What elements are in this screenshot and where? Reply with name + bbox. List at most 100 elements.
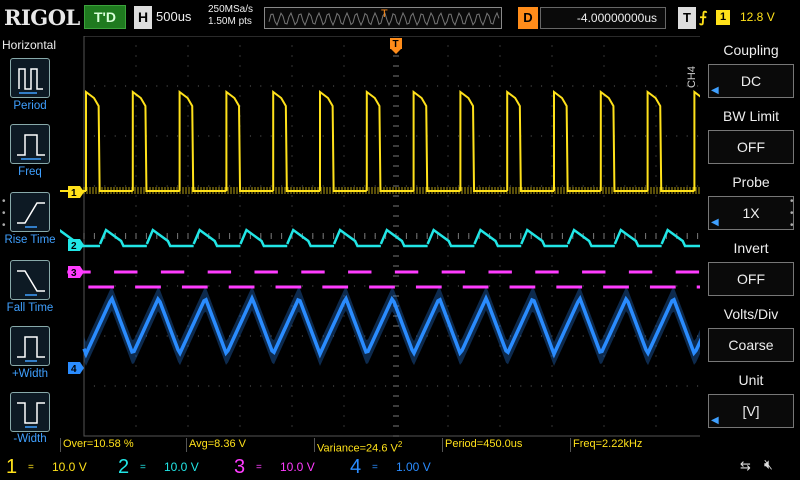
invert-panel[interactable]: Invert OFF (704, 236, 798, 298)
bw-limit-value: OFF (737, 139, 765, 155)
period-label: Period (13, 100, 47, 112)
volts-div-panel[interactable]: Volts/Div Coarse (704, 302, 798, 364)
freq-button[interactable] (10, 124, 50, 164)
brand-logo: RIGOL (4, 5, 80, 30)
pos-width-icon (17, 336, 45, 362)
ch4-number: 4 (350, 456, 362, 478)
ch1-offset-marker[interactable]: 1 (68, 186, 84, 199)
ch2-scale: 10.0 V (164, 460, 199, 474)
more-options-indicator: • • • (790, 196, 794, 231)
ch4-scale: 1.00 V (396, 460, 431, 474)
measure-variance[interactable]: Variance=24.6 V2 (314, 438, 402, 455)
invert-value-box[interactable]: OFF (708, 262, 794, 296)
freq-icon (17, 134, 45, 160)
ch3-status[interactable]: 3 = 10.0 V (230, 454, 342, 480)
channel-settings-menu: CH4 Coupling ◀ DC BW Limit OFF Probe ◀ 1… (686, 36, 800, 438)
coupling-panel[interactable]: Coupling ◀ DC (704, 38, 798, 100)
coupling-value: DC (740, 73, 762, 89)
period-button[interactable] (10, 58, 50, 98)
trigger-level-value[interactable]: 12.8 V (740, 10, 775, 24)
waveform-display[interactable]: 1 2 3 4 T (60, 36, 700, 438)
ch2-status[interactable]: 2 = 10.0 V (114, 454, 226, 480)
volts-div-value: Coarse (728, 337, 774, 353)
neg-width-icon (17, 402, 45, 428)
dc-coupling-icon: = (28, 462, 34, 473)
pos-width-label: +Width (11, 368, 49, 380)
rise-time-label: Rise Time (4, 234, 56, 246)
left-arrow-icon: ◀ (711, 85, 719, 96)
ch1-trace (60, 90, 700, 194)
coupling-title: Coupling (723, 42, 779, 58)
sample-rate: 250MSa/s (208, 4, 254, 15)
acquisition-info: 250MSa/s 1.50M pts (208, 4, 253, 28)
probe-panel[interactable]: Probe ◀ 1X (704, 170, 798, 232)
measurement-bar: Over=10.58 % Avg=8.36 V Variance=24.6 V2… (60, 438, 700, 455)
probe-title: Probe (732, 174, 770, 190)
ch3-number: 3 (234, 456, 246, 478)
probe-value-box[interactable]: ◀ 1X (708, 196, 794, 230)
measure-period[interactable]: Period=450.0us (442, 438, 522, 452)
svg-text:3: 3 (71, 268, 77, 279)
memory-depth: 1.50M pts (208, 16, 252, 27)
trigger-source-badge: 1 (716, 10, 730, 25)
volts-div-value-box[interactable]: Coarse (708, 328, 794, 362)
ch2-offset-marker[interactable]: 2 (68, 239, 84, 252)
dc-coupling-icon: = (140, 462, 146, 473)
trigger-position-marker[interactable]: T (390, 38, 402, 54)
ch4-offset-marker[interactable]: 4 (68, 362, 84, 375)
fall-time-icon (17, 270, 45, 296)
measure-average[interactable]: Avg=8.36 V (186, 438, 246, 452)
bw-limit-panel[interactable]: BW Limit OFF (704, 104, 798, 166)
trigger-position-icon: T (381, 8, 388, 20)
measure-overshoot[interactable]: Over=10.58 % (60, 438, 134, 452)
svg-text:2: 2 (71, 241, 77, 252)
svg-text:T: T (393, 39, 399, 50)
unit-value-box[interactable]: ◀ [V] (708, 394, 794, 428)
dc-coupling-icon: = (256, 462, 262, 473)
rise-time-button[interactable] (10, 192, 50, 232)
ch3-offset-marker[interactable]: 3 (68, 266, 84, 279)
trigger-label: T (678, 7, 696, 29)
invert-title: Invert (733, 240, 769, 256)
fall-time-label: Fall Time (6, 302, 54, 314)
left-arrow-icon: ◀ (711, 217, 719, 228)
delay-value[interactable]: -4.00000000us (540, 7, 666, 29)
rising-edge-icon: ⨍ (699, 9, 708, 26)
horizontal-measure-menu: Horizontal Period Freq Rise Time Fall Ti… (0, 36, 60, 452)
unit-value: [V] (742, 403, 760, 419)
timebase-value[interactable]: 500us (156, 9, 191, 24)
waveform-canvas[interactable]: 1 2 3 4 T (60, 36, 700, 438)
period-icon (18, 68, 43, 94)
unit-panel[interactable]: Unit ◀ [V] (704, 368, 798, 430)
svg-text:4: 4 (71, 364, 77, 375)
volts-div-title: Volts/Div (723, 306, 779, 322)
ch1-status[interactable]: 1 = 10.0 V (2, 454, 112, 480)
pos-width-button[interactable] (10, 326, 50, 366)
ch4-status[interactable]: 4 = 1.00 V (346, 454, 460, 480)
fall-time-button[interactable] (10, 260, 50, 300)
ch1-scale: 10.0 V (52, 460, 87, 474)
more-options-indicator: • • • (2, 196, 6, 231)
neg-width-button[interactable] (10, 392, 50, 432)
ch1-number: 1 (6, 456, 18, 478)
bw-limit-value-box[interactable]: OFF (708, 130, 794, 164)
coupling-value-box[interactable]: ◀ DC (708, 64, 794, 98)
speaker-mute-icon[interactable]: 🔇︎ (764, 456, 773, 473)
timebase-label: H (134, 6, 152, 29)
delay-label: D (518, 7, 538, 29)
ch3-scale: 10.0 V (280, 460, 315, 474)
memory-overview-bar: T (264, 7, 502, 29)
run-status-badge[interactable]: T'D (84, 5, 126, 29)
neg-width-label: -Width (13, 433, 47, 445)
bw-limit-title: BW Limit (723, 108, 779, 124)
menu-title: Horizontal (2, 38, 57, 52)
freq-label: Freq (18, 166, 42, 178)
dc-coupling-icon: = (372, 462, 378, 473)
channel-status-bar: 1 = 10.0 V 2 = 10.0 V 3 = 10.0 V 4 = 1.0… (0, 452, 800, 480)
unit-title: Unit (738, 372, 764, 388)
measure-frequency[interactable]: Freq=2.22kHz (570, 438, 642, 452)
left-arrow-icon: ◀ (711, 415, 719, 426)
ch2-number: 2 (118, 456, 130, 478)
ch4-trace (82, 286, 700, 366)
probe-value: 1X (742, 205, 760, 221)
